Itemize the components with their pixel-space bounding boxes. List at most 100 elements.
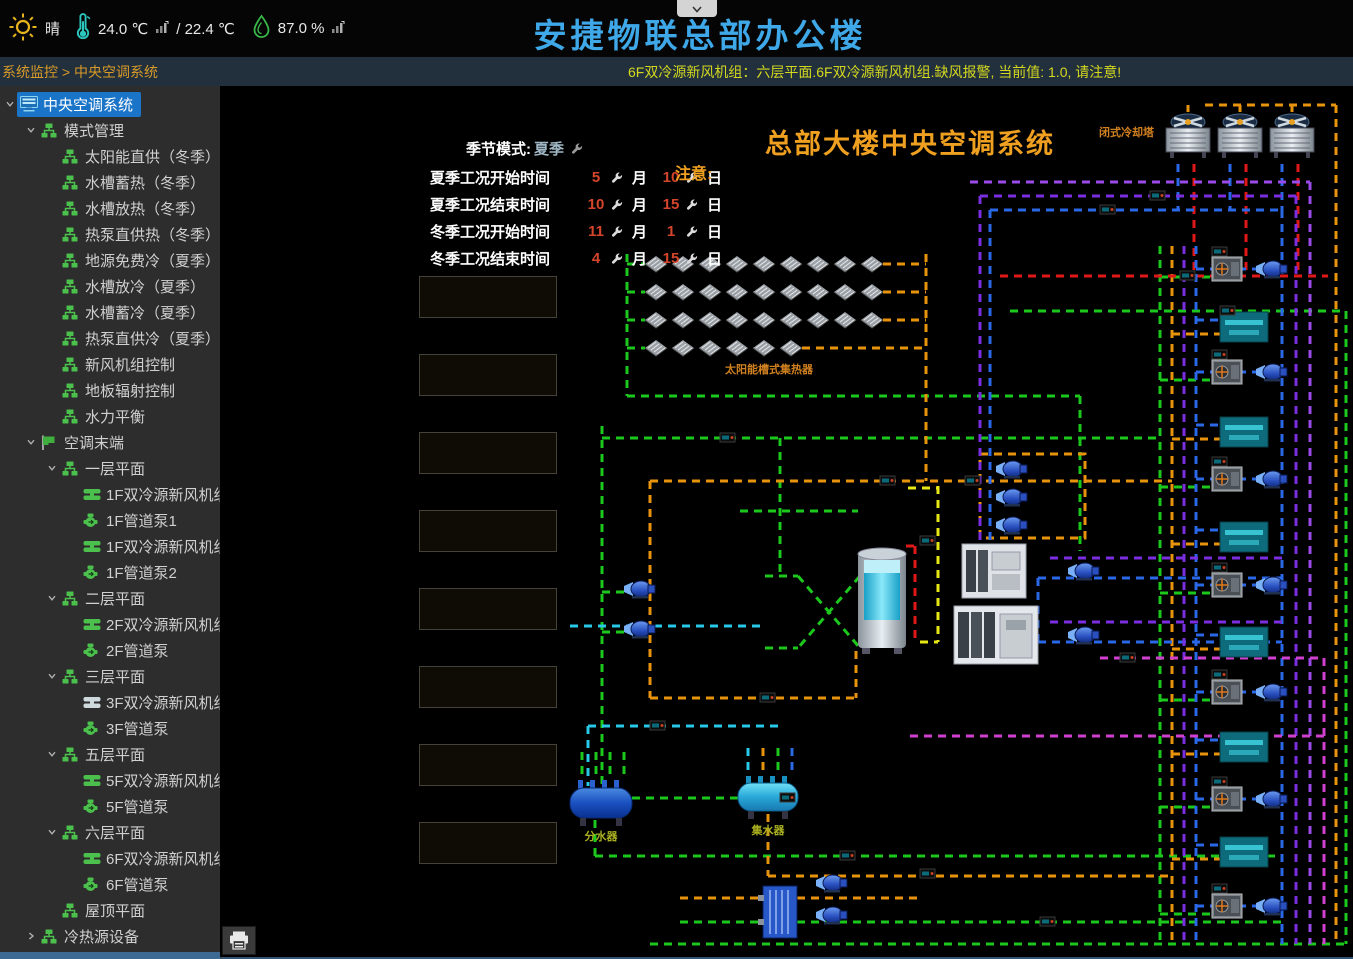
tree-item-icon xyxy=(83,876,101,892)
wrench-icon[interactable] xyxy=(685,252,705,265)
tree-item[interactable]: 新风机组控制 xyxy=(0,351,220,377)
tree-item[interactable]: 水槽蓄冷（夏季） xyxy=(0,299,220,325)
water-splitter-tank[interactable]: 分水器 xyxy=(570,780,632,843)
tree-item[interactable]: 1F双冷源新风机组1 xyxy=(0,481,220,507)
tree-item[interactable]: 3F双冷源新风机组 xyxy=(0,689,220,715)
thermal-storage-tank[interactable] xyxy=(858,548,906,654)
tree-item[interactable]: 一层平面 xyxy=(0,455,220,481)
humidity-value: 87.0 % xyxy=(278,20,325,37)
tree-expander-icon[interactable] xyxy=(23,931,38,941)
tree-item-label: 水槽蓄热（冬季） xyxy=(85,172,205,193)
day-unit: 日 xyxy=(705,248,732,269)
tree-item-icon xyxy=(20,96,38,112)
tree-item-icon xyxy=(62,148,80,164)
tree-item[interactable]: 模式管理 xyxy=(0,117,220,143)
mode-button[interactable] xyxy=(419,276,557,318)
tree-item[interactable]: 地源免费冷（夏季） xyxy=(0,247,220,273)
schedule-row: 冬季工况开始时间 11 月 1 日 xyxy=(430,218,732,245)
tree-item-icon xyxy=(83,616,101,632)
wrench-icon[interactable] xyxy=(685,225,705,238)
tree-item[interactable]: 2F双冷源新风机组 xyxy=(0,611,220,637)
closed-cooling-towers[interactable]: 闭式冷却塔 xyxy=(1099,114,1314,158)
tree-item[interactable]: 2F管道泵 xyxy=(0,637,220,663)
solar-collector-field[interactable]: 太阳能槽式集热器 xyxy=(645,256,883,376)
month-unit: 月 xyxy=(630,248,657,269)
plate-heat-exchanger[interactable] xyxy=(758,886,797,938)
wrench-icon[interactable] xyxy=(610,171,630,184)
print-button[interactable] xyxy=(222,926,256,955)
mode-button[interactable] xyxy=(419,354,557,396)
tree-expander-icon[interactable] xyxy=(23,437,38,447)
tree-item[interactable]: 6F管道泵 xyxy=(0,871,220,897)
tree-item-icon xyxy=(83,642,101,658)
tree-item[interactable]: 水槽放冷（夏季） xyxy=(0,273,220,299)
breadcrumb[interactable]: 系统监控 > 中央空调系统 xyxy=(2,62,158,82)
tree-item[interactable]: 1F双冷源新风机组2 xyxy=(0,533,220,559)
mode-button[interactable] xyxy=(419,822,557,864)
tree-expander-icon[interactable] xyxy=(23,125,38,135)
tree-item-icon xyxy=(83,850,101,866)
tree-item[interactable]: 热泵直供冷（夏季） xyxy=(0,325,220,351)
mode-button[interactable] xyxy=(419,588,557,630)
tree-item[interactable]: 太阳能直供（冬季） xyxy=(0,143,220,169)
tree-item[interactable]: 三层平面 xyxy=(0,663,220,689)
tree-expander-icon[interactable] xyxy=(44,827,59,837)
mode-button[interactable] xyxy=(419,666,557,708)
mode-button[interactable] xyxy=(419,510,557,552)
tree-item[interactable]: 6F双冷源新风机组 xyxy=(0,845,220,871)
tree-item[interactable]: 中央空调系统 xyxy=(0,91,220,117)
heat-pump-unit-2[interactable] xyxy=(954,606,1038,664)
tree-expander-icon[interactable] xyxy=(2,99,17,109)
tree-expander-icon[interactable] xyxy=(44,593,59,603)
tree-item-label: 1F管道泵1 xyxy=(106,510,177,531)
tree-item[interactable]: 屋顶平面 xyxy=(0,897,220,923)
tree-item[interactable]: 5F双冷源新风机组 xyxy=(0,767,220,793)
tree-item[interactable]: 3F管道泵 xyxy=(0,715,220,741)
tree-item[interactable]: 地板辐射控制 xyxy=(0,377,220,403)
wrench-icon[interactable] xyxy=(610,198,630,211)
tree-item[interactable]: 冷热源设备 xyxy=(0,923,220,949)
weather-widget: 晴 24.0 ℃ / 22.4 ℃ 87.0 % xyxy=(8,0,345,57)
tree-item[interactable]: 热泵直供热（冬季） xyxy=(0,221,220,247)
tree-item-icon xyxy=(62,590,80,606)
tree-item[interactable]: 空调末端 xyxy=(0,429,220,455)
collapse-header-tab[interactable] xyxy=(677,0,717,17)
mode-button[interactable] xyxy=(419,744,557,786)
tree-item-icon xyxy=(62,304,80,320)
tree-item-icon xyxy=(62,902,80,918)
heat-pump-unit-1[interactable] xyxy=(962,544,1026,598)
tree-item[interactable]: 1F管道泵2 xyxy=(0,559,220,585)
piping-diagram: 太阳能槽式集热器 闭式冷却塔 xyxy=(220,86,1353,959)
notes-block: 注意: xyxy=(675,160,712,186)
tree-expander-icon[interactable] xyxy=(44,749,59,759)
tree-expander-icon[interactable] xyxy=(44,671,59,681)
mode-button[interactable] xyxy=(419,432,557,474)
tree-item[interactable]: 六层平面 xyxy=(0,819,220,845)
day-unit: 日 xyxy=(705,221,732,242)
tree-expander-icon[interactable] xyxy=(44,463,59,473)
tree-item[interactable]: 5F管道泵 xyxy=(0,793,220,819)
circulation-pumps[interactable] xyxy=(624,261,1287,925)
tree-item[interactable]: 水槽蓄热（冬季） xyxy=(0,169,220,195)
tree-item-icon xyxy=(62,200,80,216)
wrench-icon[interactable] xyxy=(570,142,583,155)
tree-item[interactable]: 五层平面 xyxy=(0,741,220,767)
month-value: 11 xyxy=(582,223,610,240)
water-collector-tank[interactable]: 集水器 xyxy=(738,776,798,837)
tree-item[interactable]: 1F管道泵1 xyxy=(0,507,220,533)
tree-item-icon xyxy=(41,122,59,138)
wrench-icon[interactable] xyxy=(610,252,630,265)
tree-item-label: 3F管道泵 xyxy=(106,718,169,739)
tree-item-label: 1F管道泵2 xyxy=(106,562,177,583)
tree-item[interactable]: 水槽放热（冬季） xyxy=(0,195,220,221)
tree-item[interactable]: 水力平衡 xyxy=(0,403,220,429)
season-mode-row: 季节模式: 夏季 xyxy=(466,138,583,159)
wrench-icon[interactable] xyxy=(610,225,630,238)
tree-item-label: 水力平衡 xyxy=(85,406,145,427)
season-mode-label: 季节模式: xyxy=(466,138,531,159)
wrench-icon[interactable] xyxy=(685,198,705,211)
tree-item-icon xyxy=(62,174,80,190)
tree-item-label: 2F管道泵 xyxy=(106,640,169,661)
tree-item[interactable]: 二层平面 xyxy=(0,585,220,611)
tree-item-label: 水槽放冷（夏季） xyxy=(85,276,205,297)
